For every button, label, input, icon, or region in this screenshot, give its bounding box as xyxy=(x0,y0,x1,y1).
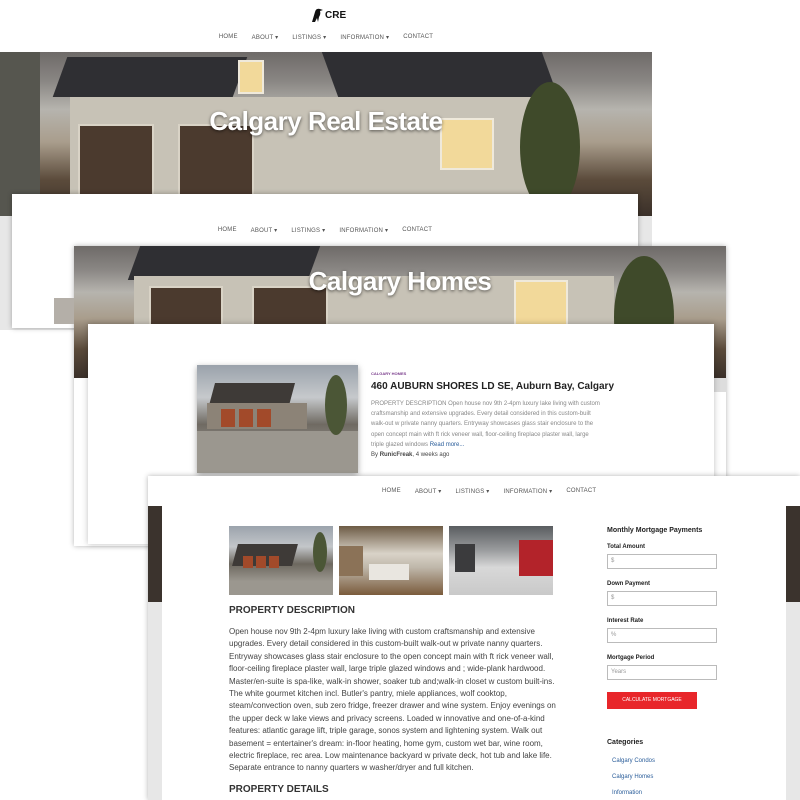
excerpt-text: PROPERTY DESCRIPTION Open house nov 9th … xyxy=(371,401,600,448)
hero-title-2: Calgary Homes xyxy=(308,266,492,296)
calculate-mortgage-button[interactable]: CALCULATE MORTGAGE xyxy=(607,692,697,709)
crow-logo-icon xyxy=(312,8,323,22)
nav-listings[interactable]: LISTINGS ▾ xyxy=(455,488,489,495)
screenshot-layer-4: HOME ABOUT ▾ LISTINGS ▾ INFORMATION ▾ CO… xyxy=(148,476,800,800)
post-time: , 4 weeks ago xyxy=(412,452,450,458)
total-amount-label: Total Amount xyxy=(607,544,645,550)
site-logo[interactable]: CRE xyxy=(310,6,346,24)
gallery-photo-garage[interactable] xyxy=(449,526,553,595)
nav-home[interactable]: HOME xyxy=(218,227,237,234)
read-more-link[interactable]: Read more... xyxy=(430,442,465,448)
nav-listings[interactable]: LISTINGS ▾ xyxy=(292,34,326,41)
down-payment-input[interactable]: $ xyxy=(607,591,717,606)
nav-contact[interactable]: CONTACT xyxy=(566,488,596,495)
mortgage-heading: Monthly Mortgage Payments xyxy=(607,527,703,534)
nav-about[interactable]: ABOUT ▾ xyxy=(252,34,279,41)
nav-about[interactable]: ABOUT ▾ xyxy=(251,227,278,234)
category-link-condos[interactable]: Calgary Condos xyxy=(607,758,747,764)
nav-about[interactable]: ABOUT ▾ xyxy=(415,488,442,495)
nav-contact[interactable]: CONTACT xyxy=(403,34,433,41)
categories-heading: Categories xyxy=(607,739,644,746)
hero-title: Calgary Real Estate xyxy=(209,106,443,136)
mortgage-calculator: Monthly Mortgage Payments Total Amount $… xyxy=(607,527,747,800)
mortgage-period-label: Mortgage Period xyxy=(607,655,655,661)
mortgage-period-input[interactable]: Years xyxy=(607,665,717,680)
post-author[interactable]: RunicFreak xyxy=(380,452,413,458)
nav-contact[interactable]: CONTACT xyxy=(402,227,432,234)
property-description-text: Open house nov 9th 2-4pm luxury lake liv… xyxy=(229,627,556,773)
main-nav-2: HOME ABOUT ▾ LISTINGS ▾ INFORMATION ▾ CO… xyxy=(12,227,638,234)
post-excerpt: PROPERTY DESCRIPTION Open house nov 9th … xyxy=(371,399,603,450)
property-details-heading: PROPERTY DETAILS xyxy=(229,784,329,795)
main-nav-4: HOME ABOUT ▾ LISTINGS ▾ INFORMATION ▾ CO… xyxy=(148,488,800,495)
post-category[interactable]: CALGARY HOMES xyxy=(371,371,406,376)
post-meta: By RunicFreak, 4 weeks ago xyxy=(371,452,449,458)
nav-home[interactable]: HOME xyxy=(219,34,238,41)
post-title[interactable]: 460 AUBURN SHORES LD SE, Auburn Bay, Cal… xyxy=(371,381,614,392)
gallery-photo-exterior[interactable] xyxy=(229,526,333,595)
main-nav: HOME ABOUT ▾ LISTINGS ▾ INFORMATION ▾ CO… xyxy=(0,34,652,41)
nav-information[interactable]: INFORMATION ▾ xyxy=(503,488,552,495)
logo-text: CRE xyxy=(325,9,347,21)
total-amount-input[interactable]: $ xyxy=(607,554,717,569)
post-thumbnail[interactable] xyxy=(197,365,358,473)
category-link-information[interactable]: Information xyxy=(607,790,747,796)
down-payment-label: Down Payment xyxy=(607,581,651,587)
category-link-homes[interactable]: Calgary Homes xyxy=(607,774,747,780)
nav-information[interactable]: INFORMATION ▾ xyxy=(339,227,388,234)
interest-rate-input[interactable]: % xyxy=(607,628,717,643)
nav-listings[interactable]: LISTINGS ▾ xyxy=(291,227,325,234)
listing-content-panel: PROPERTY DESCRIPTION Open house nov 9th … xyxy=(162,506,786,800)
gallery-photo-kitchen[interactable] xyxy=(339,526,443,595)
interest-rate-label: Interest Rate xyxy=(607,618,644,624)
nav-information[interactable]: INFORMATION ▾ xyxy=(340,34,389,41)
by-label: By xyxy=(371,452,379,458)
property-description-heading: PROPERTY DESCRIPTION xyxy=(229,605,355,616)
nav-home[interactable]: HOME xyxy=(382,488,401,495)
